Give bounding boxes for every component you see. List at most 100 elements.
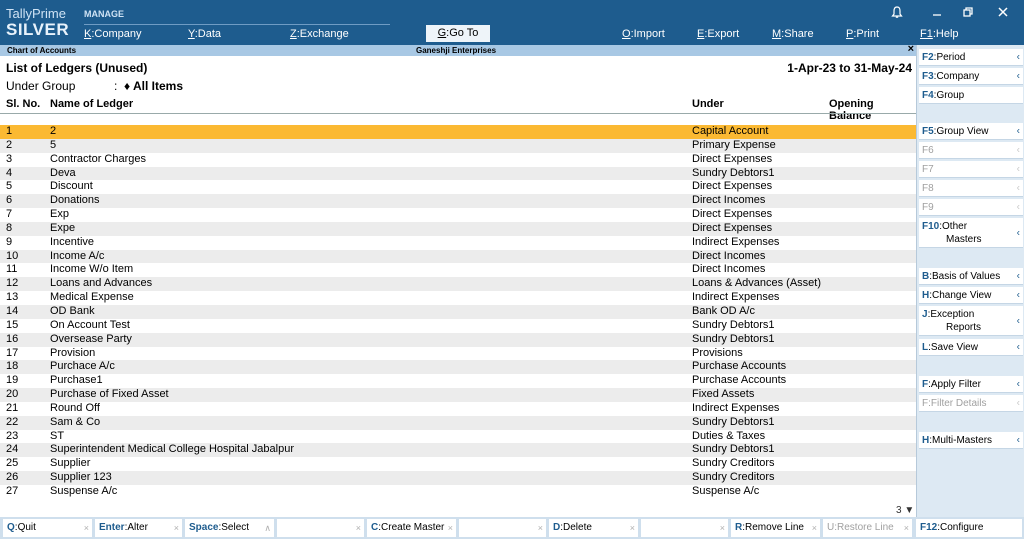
table-row[interactable]: 24 Superintendent Medical College Hospita… [0, 443, 916, 458]
cell-under: Loans & Advances (Asset) [692, 277, 822, 290]
bottom-button-remove-line[interactable]: R:Remove Line × [731, 519, 820, 537]
bottom-button-restore-line[interactable]: U:Restore Line × [823, 519, 912, 537]
report-name: Chart of Accounts [7, 46, 77, 55]
table-row[interactable]: 17 Provision Provisions [0, 346, 916, 361]
sidebar-button-period[interactable]: F2:Period ‹ [919, 49, 1023, 66]
cell-sl: 22 [6, 415, 19, 428]
table-row[interactable]: 1 2 Capital Account [0, 125, 916, 139]
table-row[interactable]: 20 Purchase of Fixed Asset Fixed Assets [0, 388, 916, 402]
cell-name: Discount [50, 180, 93, 193]
exchange-button[interactable]: Z:Exchange [290, 28, 349, 40]
close-small-icon: × [537, 523, 543, 533]
shortcut-key: H [922, 435, 930, 446]
sidebar-button-label: Apply Filter [930, 379, 981, 390]
sidebar-button-company[interactable]: F3:Company ‹ [919, 68, 1023, 85]
cell-sl: 25 [6, 457, 19, 470]
cell-sl: 8 [6, 221, 13, 234]
company-button[interactable]: K:Company [84, 28, 141, 40]
sidebar-button-filter-details[interactable]: F:Filter Details ‹ [919, 395, 1023, 412]
bottom-button-select[interactable]: Space:Select ∧ [185, 519, 274, 537]
table-row[interactable]: 15 On Account Test Sundry Debtors1 [0, 318, 916, 333]
bottom-button-label: Select [221, 522, 250, 533]
restore-icon[interactable] [962, 6, 974, 21]
table-row[interactable]: 12 Loans and Advances Loans & Advances (As… [0, 277, 916, 292]
sidebar-button-key-f6[interactable]: F6 ‹ [919, 142, 1023, 159]
bottom-button-delete[interactable]: D:Delete × [549, 519, 638, 537]
cell-sl: 9 [6, 235, 13, 248]
sidebar-button-label: Group [936, 90, 965, 101]
table-row[interactable]: 18 Purchace A/c Purchase Accounts [0, 360, 916, 375]
bottom-button-configure[interactable]: F12:Configure [916, 519, 1022, 537]
table-row[interactable]: 19 Purchase1 Purchase Accounts [0, 374, 916, 389]
shortcut-key: Q [7, 522, 15, 533]
under-group-value[interactable]: ♦ All Items [124, 79, 183, 93]
export-button[interactable]: E:Export [697, 28, 739, 40]
bottom-button-quit[interactable]: Q:Quit × [3, 519, 92, 537]
period-range[interactable]: 1-Apr-23 to 31-May-24 [787, 61, 912, 75]
bell-icon[interactable] [891, 6, 903, 22]
column-header-under: Under [692, 98, 724, 110]
sidebar-button-group[interactable]: F4:Group [919, 87, 1023, 104]
table-row[interactable]: 8 Expe Direct Expenses [0, 221, 916, 236]
cell-under: Sundry Debtors1 [692, 415, 775, 428]
table-row[interactable]: 25 Supplier Sundry Creditors [0, 457, 916, 472]
table-row[interactable]: 10 Income A/c Direct Incomes [0, 249, 916, 264]
bottom-button-label: Configure [940, 522, 984, 533]
cell-sl: 20 [6, 388, 19, 401]
table-row[interactable]: 2 5 Primary Expense [0, 138, 916, 153]
table-row[interactable]: 6 Donations Direct Incomes [0, 194, 916, 209]
sidebar-button-key-f8[interactable]: F8 ‹ [919, 180, 1023, 197]
sidebar-button-change-view[interactable]: H:Change View ‹ [919, 287, 1023, 304]
table-row[interactable]: 21 Round Off Indirect Expenses [0, 401, 916, 416]
column-header-sl: Sl. No. [6, 98, 41, 110]
cell-under: Sundry Debtors1 [692, 443, 775, 456]
table-row[interactable]: 27 Suspense A/c Suspense A/c [0, 484, 916, 499]
cell-under: Direct Incomes [692, 249, 766, 262]
table-row[interactable]: 11 Income W/o Item Direct Incomes [0, 263, 916, 278]
page-indicator: 3 ▼ [896, 505, 915, 516]
table-row[interactable]: 23 ST Duties & Taxes [0, 429, 916, 444]
sidebar-button-exception[interactable]: J:Exception Reports ‹ [919, 306, 1023, 336]
sidebar-button-label: Company [936, 71, 980, 82]
help-button[interactable]: F1:Help [920, 28, 959, 40]
shortcut-key: F10 [922, 221, 940, 232]
sidebar-button-save-view[interactable]: L:Save View ‹ [919, 339, 1023, 356]
table-row[interactable]: 9 Incentive Indirect Expenses [0, 235, 916, 250]
cell-sl: 14 [6, 304, 19, 317]
sidebar-button-multi-masters[interactable]: H:Multi-Masters ‹ [919, 432, 1023, 449]
table-row[interactable]: 4 Deva Sundry Debtors1 [0, 166, 916, 181]
table-row[interactable]: 7 Exp Direct Expenses [0, 208, 916, 222]
sidebar-button-basis-of-values[interactable]: B:Basis of Values ‹ [919, 268, 1023, 285]
shortcut-key: F3 [922, 71, 934, 82]
sidebar-button-key-f7[interactable]: F7 ‹ [919, 161, 1023, 178]
cell-name: Income W/o Item [50, 263, 134, 276]
close-icon[interactable] [997, 6, 1009, 21]
table-row[interactable]: 16 Oversease Party Sundry Debtors1 [0, 332, 916, 347]
cell-under: Direct Expenses [692, 152, 773, 165]
share-button[interactable]: M:Share [772, 28, 814, 40]
table-row[interactable]: 3 Contractor Charges Direct Expenses [0, 152, 916, 167]
bottom-button-alter[interactable]: Enter:Alter × [95, 519, 182, 537]
bottom-button-label: Restore Line [837, 522, 894, 533]
print-button[interactable]: P:Print [846, 28, 879, 40]
sidebar-button-apply-filter[interactable]: F:Apply Filter ‹ [919, 376, 1023, 393]
import-button[interactable]: O:Import [622, 28, 665, 40]
table-row[interactable]: 22 Sam & Co Sundry Debtors1 [0, 415, 916, 430]
table-row[interactable]: 14 OD Bank Bank OD A/c [0, 304, 916, 319]
report-close-icon[interactable]: × [908, 44, 914, 55]
cell-name: Medical Expense [50, 291, 134, 304]
sidebar-button-other[interactable]: F10:Other Masters ‹ [919, 218, 1023, 248]
chevron-left-icon: ‹ [1016, 144, 1020, 156]
brand-edition: SILVER [6, 20, 70, 39]
minimize-icon[interactable] [931, 6, 943, 21]
table-row[interactable]: 26 Supplier 123 Sundry Creditors [0, 471, 916, 485]
goto-button[interactable]: G:Go To [426, 25, 490, 42]
table-row[interactable]: 13 Medical Expense Indirect Expenses [0, 291, 916, 305]
data-button[interactable]: Y:Data [188, 28, 221, 40]
shortcut-key: F4 [922, 90, 934, 101]
bottom-button-create-master[interactable]: C:Create Master × [367, 519, 456, 537]
sidebar-button-group-view[interactable]: F5:Group View ‹ [919, 123, 1023, 140]
cell-sl: 13 [6, 291, 19, 304]
sidebar-button-key-f9[interactable]: F9 ‹ [919, 199, 1023, 216]
table-row[interactable]: 5 Discount Direct Expenses [0, 180, 916, 195]
